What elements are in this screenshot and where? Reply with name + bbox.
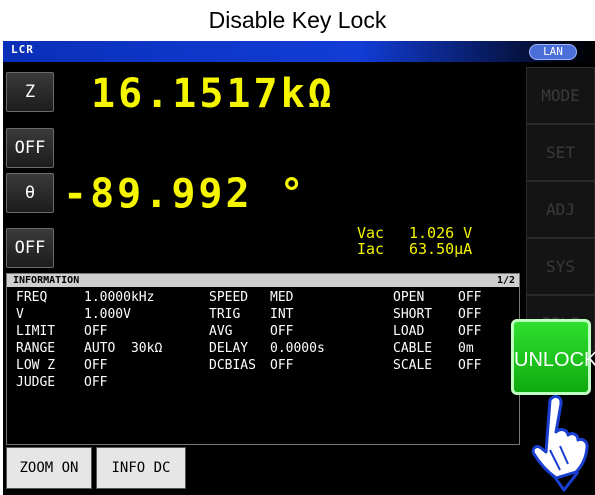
info-value: OFF (84, 358, 108, 373)
iac-value: 63.50μA (409, 240, 473, 258)
info-label: JUDGE (16, 375, 56, 390)
info-value: OFF (270, 324, 294, 339)
unlock-button[interactable]: UNLOCK (511, 319, 595, 395)
mode-label: LCR (11, 43, 34, 56)
pointing-hand-icon (531, 395, 589, 492)
info-label: DCBIAS (209, 358, 256, 373)
information-panel: INFORMATION 1/2 FREQ 1.0000kHz V 1.000V … (6, 273, 520, 445)
info-value: OFF (270, 358, 294, 373)
information-title: INFORMATION (13, 275, 80, 286)
info-label: OPEN (393, 290, 425, 305)
page-heading: Disable Key Lock (208, 7, 387, 33)
info-value: 0.0000s (270, 341, 325, 356)
info-value: INT (270, 307, 294, 322)
param1-key[interactable]: Z (6, 72, 54, 112)
info-label: SPEED (209, 290, 249, 305)
param1-reading: 16.1517kΩ (91, 71, 335, 117)
mode-key[interactable]: MODE (526, 67, 595, 124)
info-label: CABLE (393, 341, 433, 356)
info-value: OFF (458, 290, 482, 305)
info-label: SHORT (393, 307, 433, 322)
info-value: 0m (458, 341, 474, 356)
info-dc-button[interactable]: INFO DC (96, 447, 186, 489)
information-page: 1/2 (496, 275, 515, 286)
info-label: DELAY (209, 341, 249, 356)
info-label: LIMIT (16, 324, 56, 339)
title-bar: LCR LAN (3, 41, 595, 62)
info-value: MED (270, 290, 294, 305)
info-label: SCALE (393, 358, 433, 373)
info-label: TRIG (209, 307, 241, 322)
adj-key[interactable]: ADJ (526, 181, 595, 238)
info-label: LOAD (393, 324, 425, 339)
zoom-on-button[interactable]: ZOOM ON (6, 447, 92, 489)
instrument-screen: LCR LAN Z OFF θ OFF 16.1517kΩ -89.992 ° … (3, 41, 595, 495)
info-label: LOW Z (16, 358, 56, 373)
info-value: OFF (458, 324, 482, 339)
param4-key[interactable]: OFF (6, 228, 54, 268)
info-value: 1.000V (84, 307, 131, 322)
param2-key[interactable]: OFF (6, 128, 54, 168)
param3-key[interactable]: θ (6, 173, 54, 213)
information-header: INFORMATION 1/2 (7, 274, 519, 287)
info-value: OFF (84, 375, 108, 390)
info-value: OFF (458, 307, 482, 322)
info-label: V (16, 307, 24, 322)
info-label: FREQ (16, 290, 48, 305)
iac-label: Iac (357, 240, 385, 258)
info-value: 1.0000kHz (84, 290, 155, 305)
info-value: OFF (458, 358, 482, 373)
set-key[interactable]: SET (526, 124, 595, 181)
lan-indicator: LAN (529, 44, 577, 60)
param3-reading: -89.992 ° (63, 171, 307, 217)
info-value: OFF (84, 324, 108, 339)
sys-key[interactable]: SYS (526, 238, 595, 295)
info-label: AVG (209, 324, 233, 339)
info-label: RANGE (16, 341, 56, 356)
info-value: AUTO 30kΩ (84, 341, 163, 356)
